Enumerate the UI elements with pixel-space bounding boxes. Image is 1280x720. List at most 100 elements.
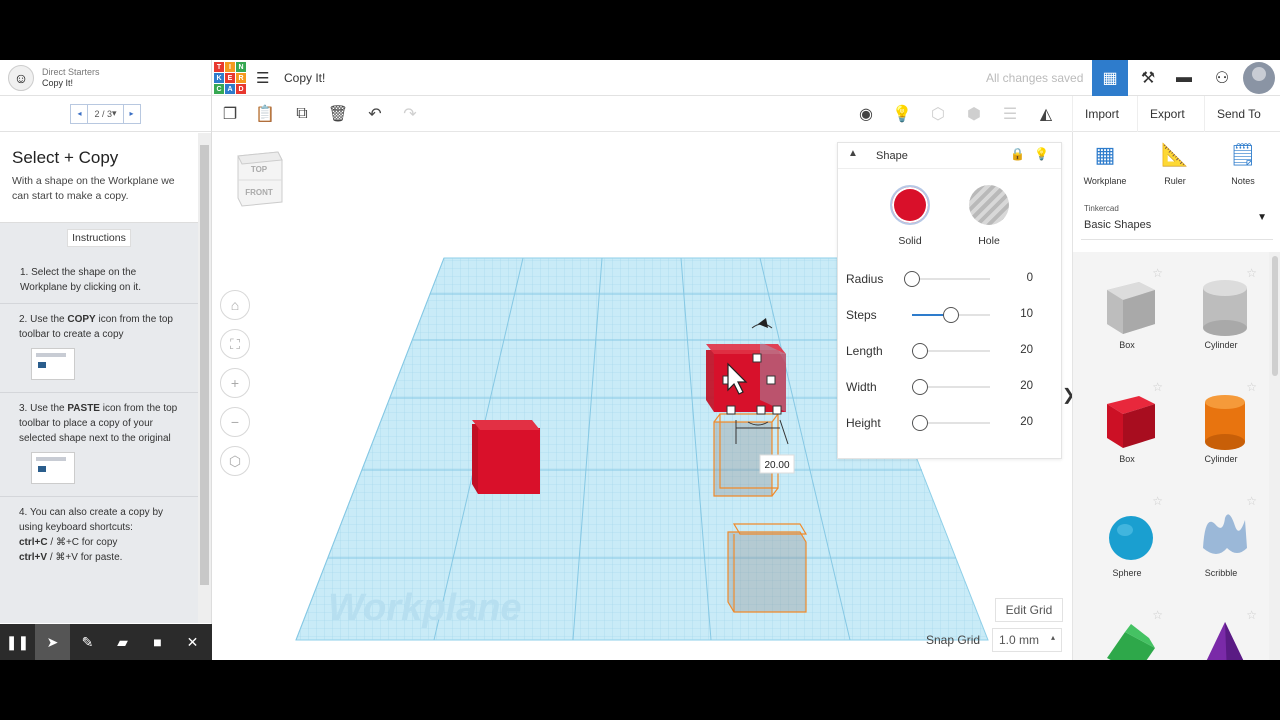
user-avatar[interactable]	[1243, 62, 1275, 94]
delete-button[interactable]: 🗑	[326, 102, 350, 126]
length-property: Length 20	[846, 341, 1051, 361]
viewcube-front-label[interactable]: FRONT	[245, 188, 273, 197]
logo-letter: C	[214, 84, 224, 94]
hole-option[interactable]: Hole	[959, 185, 1019, 247]
plus-icon: +	[230, 375, 240, 391]
lightbulb-icon[interactable]: 💡	[1034, 147, 1049, 161]
ungroup-button[interactable]: ⬢	[962, 102, 986, 126]
pen-button[interactable]: ✎	[70, 624, 105, 660]
prev-step-button[interactable]: ◂	[70, 103, 89, 124]
copy-tutorial-image[interactable]	[31, 348, 75, 380]
camera-button[interactable]: ■	[140, 624, 175, 660]
shape-cylinder-hole[interactable]: ☆ Cylinder	[1173, 260, 1269, 372]
property-value[interactable]: 10	[1020, 308, 1033, 320]
property-slider-track[interactable]	[912, 278, 990, 280]
tool-label: Workplane	[1083, 176, 1127, 186]
design-list-icon[interactable]: ☰	[256, 69, 269, 87]
shape-category-select[interactable]: Tinkercad Basic Shapes ▼	[1081, 198, 1273, 240]
design-title[interactable]: Copy It!	[284, 71, 325, 85]
instruction-step-4: 4. You can also create a copy by using k…	[0, 497, 198, 573]
logo-letter: R	[236, 73, 246, 83]
notes-tool[interactable]: 🗒 Notes	[1213, 142, 1273, 186]
highlighter-button[interactable]: ▰	[105, 624, 140, 660]
redo-button[interactable]: ↷	[398, 102, 422, 126]
edit-grid-button[interactable]: Edit Grid	[995, 598, 1063, 622]
shape-label: Box	[1119, 454, 1135, 464]
import-button[interactable]: Import	[1072, 96, 1131, 132]
property-slider-knob[interactable]	[904, 271, 920, 287]
viewcube-top-label[interactable]: TOP	[251, 165, 268, 174]
shape-box[interactable]: ☆ Box	[1079, 374, 1175, 486]
fit-view-button[interactable]: ⛶	[220, 329, 250, 359]
step-keyword: COPY	[67, 314, 96, 325]
pause-button[interactable]: ❚❚	[0, 624, 35, 660]
align-button[interactable]: ☰	[998, 102, 1022, 126]
lightbulb-icon: 💡	[892, 106, 912, 123]
view-cube[interactable]: TOP FRONT	[234, 150, 284, 208]
show-all-button[interactable]: 💡	[890, 102, 914, 126]
undo-button[interactable]: ↶	[363, 102, 387, 126]
3d-view-button[interactable]: ▦	[1092, 60, 1128, 96]
sphere-icon	[1109, 516, 1153, 560]
perspective-button[interactable]: ⬡	[220, 446, 250, 476]
mirror-button[interactable]: ◭	[1034, 102, 1058, 126]
pointer-button[interactable]: ➤	[35, 624, 70, 660]
lock-icon[interactable]: 🔒	[1010, 147, 1025, 161]
step-selector[interactable]: 2 / 3 ▾	[88, 103, 123, 124]
share-button[interactable]: ⚇	[1204, 60, 1240, 96]
group-icon: ⬡	[931, 106, 945, 123]
close-button[interactable]: ✕	[175, 624, 210, 660]
dimension-value[interactable]: 20.00	[764, 460, 789, 471]
lesson-scrollbar[interactable]	[198, 133, 211, 623]
lesson-scroll-thumb[interactable]	[200, 145, 209, 585]
bricks-button[interactable]: ▬	[1166, 60, 1202, 96]
shape-box-hole[interactable]: ☆ Box	[1079, 260, 1175, 372]
solid-color-swatch[interactable]	[890, 185, 930, 225]
export-button[interactable]: Export	[1137, 96, 1197, 132]
character-icon: ☺	[13, 69, 29, 86]
ruler-tool[interactable]: 📐 Ruler	[1145, 142, 1205, 186]
shape-scribble[interactable]: ☆ Scribble	[1173, 488, 1269, 600]
property-value[interactable]: 20	[1020, 416, 1033, 428]
property-value[interactable]: 0	[1027, 272, 1033, 284]
zoom-in-button[interactable]: +	[220, 368, 250, 398]
top-bar: T I N K E R C A D ☰ Copy It! All changes…	[212, 60, 1280, 96]
paste-tutorial-image[interactable]	[31, 452, 75, 484]
shape-pyramid[interactable]: ☆	[1173, 602, 1269, 660]
shape-label: Scribble	[1204, 568, 1238, 578]
shape-cylinder[interactable]: ☆ Cylinder	[1173, 374, 1269, 486]
property-slider-knob[interactable]	[911, 415, 928, 431]
red-box-original[interactable]	[472, 420, 540, 494]
property-slider-knob[interactable]	[911, 379, 928, 395]
workplane-tool[interactable]: ▦ Workplane	[1075, 142, 1135, 186]
shape-sphere[interactable]: ☆ Sphere	[1079, 488, 1175, 600]
minecraft-button[interactable]: ⚒	[1130, 60, 1166, 96]
note-icon: 🗒	[1229, 142, 1257, 167]
mirror-icon: ◭	[1039, 106, 1053, 123]
hole-swatch[interactable]	[969, 185, 1009, 225]
paste-button[interactable]: 📋	[253, 102, 277, 126]
instruction-step-1: 1. Select the shape on the Workplane by …	[0, 257, 198, 304]
library-scrollbar[interactable]	[1269, 252, 1280, 660]
step-text: Select the shape on the Workplane by cli…	[20, 267, 141, 293]
collapse-triangle-icon[interactable]: ▲	[848, 148, 858, 159]
property-value[interactable]: 20	[1020, 380, 1033, 392]
property-slider-knob[interactable]	[943, 307, 959, 323]
property-value[interactable]: 20	[1020, 344, 1033, 356]
snap-grid-select[interactable]: 1.0 mm ▴	[992, 628, 1062, 652]
send-to-button[interactable]: Send To	[1204, 96, 1273, 132]
notes-toggle-button[interactable]: ◉	[854, 102, 878, 126]
shape-label: Box	[1119, 340, 1135, 350]
group-button[interactable]: ⬡	[926, 102, 950, 126]
duplicate-button[interactable]: ⧉	[290, 102, 314, 126]
solid-option[interactable]: Solid	[880, 185, 940, 247]
next-step-button[interactable]: ▸	[122, 103, 141, 124]
tinkercad-logo[interactable]: T I N K E R C A D	[214, 62, 246, 94]
zoom-out-button[interactable]: −	[220, 407, 250, 437]
property-slider-knob[interactable]	[911, 343, 928, 359]
home-view-button[interactable]: ⌂	[220, 290, 250, 320]
box-hole-copy-bottom[interactable]	[727, 523, 808, 613]
shape-roof[interactable]: ☆	[1079, 602, 1175, 660]
copy-button[interactable]: ❐	[218, 102, 242, 126]
library-scroll-thumb[interactable]	[1272, 256, 1278, 376]
